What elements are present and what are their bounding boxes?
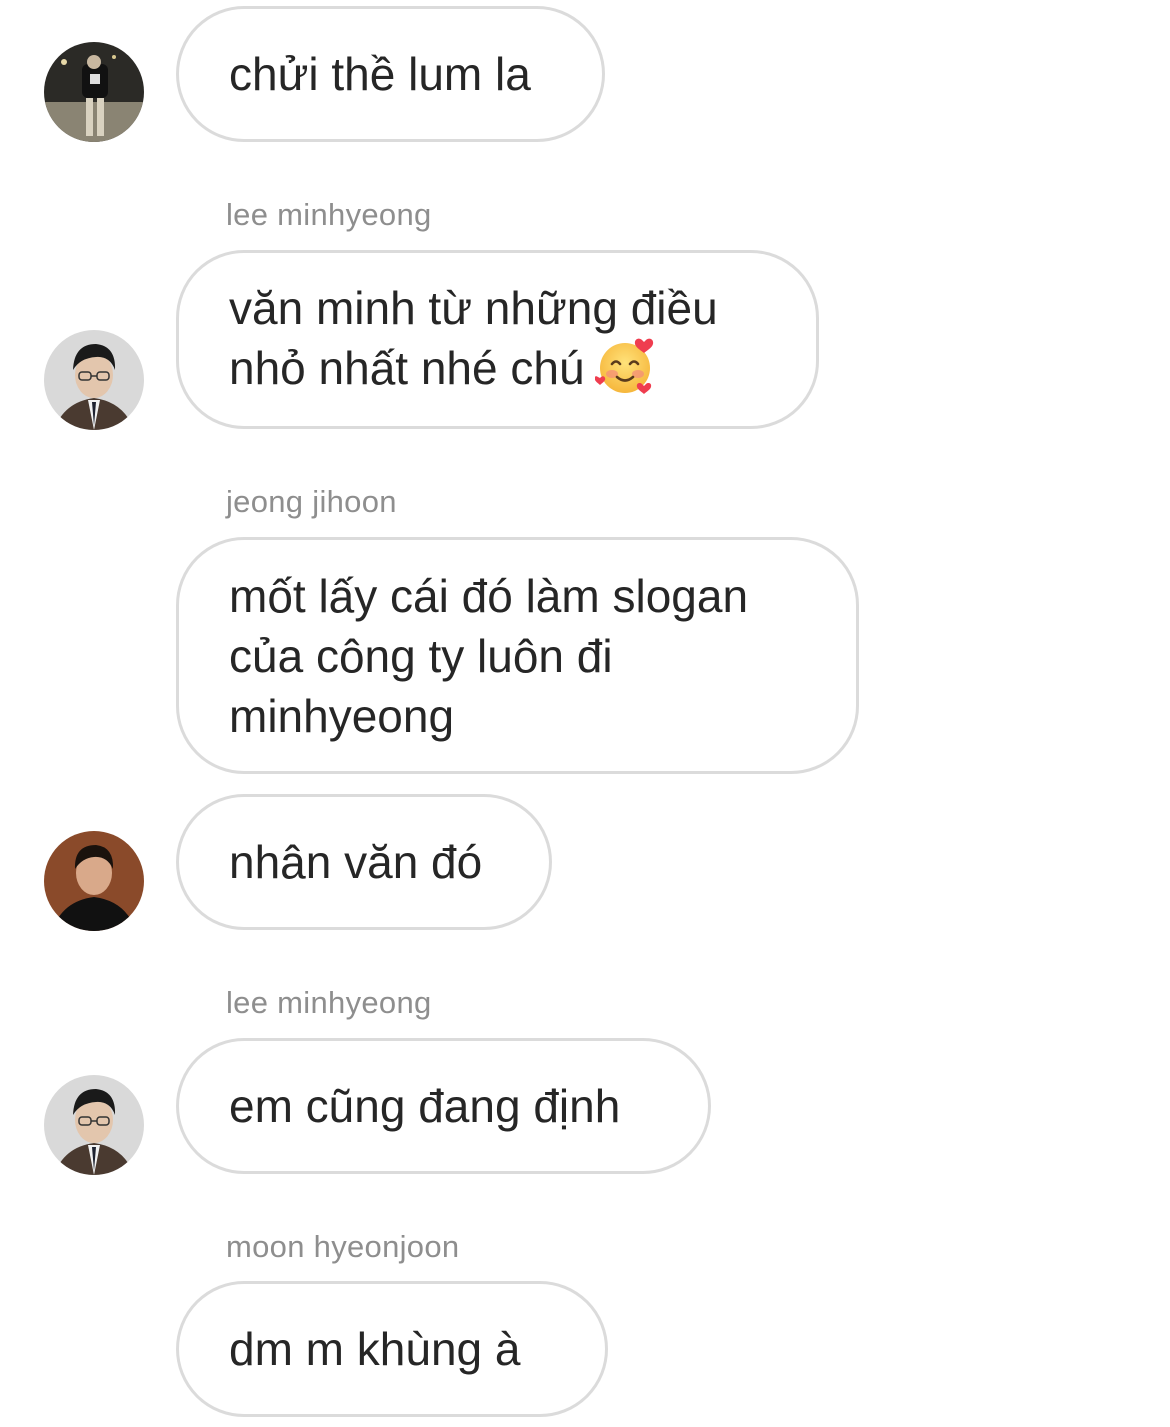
sender-name[interactable]: lee minhyeong [226,987,432,1018]
avatar[interactable] [44,42,144,142]
message-text: em cũng đang định [229,1080,621,1132]
message-text: mốt lấy cái đó làm slogan của công ty lu… [229,569,749,742]
sender-name[interactable]: moon hyeonjoon [226,1231,459,1262]
avatar[interactable] [44,831,144,931]
message-bubble[interactable]: chửi thề lum la [176,6,605,142]
sender-name[interactable]: lee minhyeong [226,199,432,230]
message-bubble[interactable]: em cũng đang định [176,1038,711,1174]
chat-thread: chửi thề lum la lee minhyeong văn minh t… [0,0,1170,1427]
message-bubble[interactable]: dm m khùng à [176,1281,608,1417]
message-bubble[interactable]: nhân văn đó [176,794,552,930]
avatar-man-glasses-suit [44,330,144,430]
avatar-dark-street-photo [44,42,144,142]
avatar-man-glasses-suit [44,1075,144,1175]
message-bubble[interactable]: văn minh từ những điều nhỏ nhất nhé chú [176,250,819,429]
message-bubble[interactable]: mốt lấy cái đó làm slogan của công ty lu… [176,537,859,774]
message-text: văn minh từ những điều nhỏ nhất nhé chú [229,278,718,402]
smiling-face-with-hearts-icon [594,339,653,395]
message-text: nhân văn đó [229,836,483,888]
message-text: dm m khùng à [229,1323,521,1375]
avatar-man-dark-portrait [44,831,144,931]
message-text: chửi thề lum la [229,48,531,100]
sender-name[interactable]: jeong jihoon [226,486,397,517]
avatar[interactable] [44,330,144,430]
avatar[interactable] [44,1075,144,1175]
